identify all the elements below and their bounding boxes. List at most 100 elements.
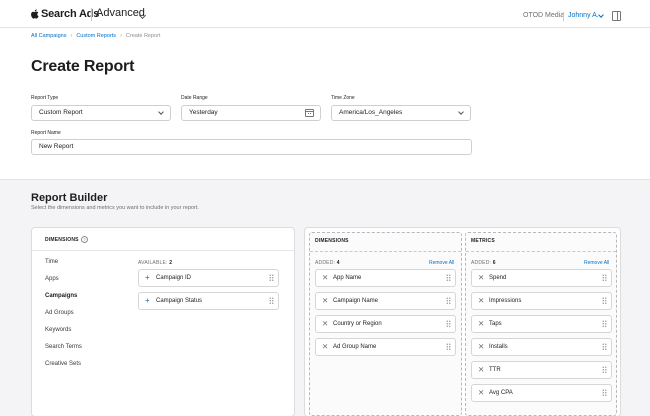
selected-dimension-ad-group-name[interactable]: ✕ Ad Group Name xyxy=(315,338,456,356)
pill-label: App Name xyxy=(333,275,362,281)
calendar-icon[interactable] xyxy=(305,109,314,117)
chevron-down-icon[interactable] xyxy=(598,12,604,18)
help-icon[interactable]: ? xyxy=(81,236,88,243)
chevron-down-icon xyxy=(158,109,164,115)
pill-label: TTR xyxy=(489,367,501,373)
category-time[interactable]: Time xyxy=(45,259,58,265)
plus-icon[interactable]: + xyxy=(145,270,150,286)
drag-handle-icon[interactable] xyxy=(602,274,607,282)
category-ad-groups[interactable]: Ad Groups xyxy=(45,310,74,316)
brand-divider xyxy=(91,8,92,21)
available-label-text: AVAILABLE: xyxy=(138,260,168,266)
selected-dimensions-title: DIMENSIONS xyxy=(315,238,349,244)
sidebar-panel-icon[interactable] xyxy=(612,11,621,21)
plus-icon[interactable]: + xyxy=(145,293,150,309)
close-icon[interactable]: ✕ xyxy=(478,316,484,332)
chevron-right-icon: › xyxy=(120,33,122,39)
pill-label: Campaign Name xyxy=(333,298,379,304)
selected-metric-installs[interactable]: ✕ Installs xyxy=(471,338,612,356)
close-icon[interactable]: ✕ xyxy=(478,293,484,309)
report-name-label: Report Name xyxy=(31,130,61,136)
pill-label: Country or Region xyxy=(333,321,382,327)
category-apps[interactable]: Apps xyxy=(45,276,59,282)
metrics-added-count: 6 xyxy=(492,260,496,266)
date-range-value: Yesterday xyxy=(189,109,218,116)
pill-label: Taps xyxy=(489,321,502,327)
drag-handle-icon[interactable] xyxy=(602,320,607,328)
drag-handle-icon[interactable] xyxy=(446,297,451,305)
pill-label: Spend xyxy=(489,275,507,281)
report-type-select[interactable]: Custom Report xyxy=(31,105,171,121)
dimensions-picker-card xyxy=(31,227,295,416)
category-keywords[interactable]: Keywords xyxy=(45,327,71,333)
dimensions-added-count: 4 xyxy=(336,260,340,266)
breadcrumb-current: Create Report xyxy=(125,33,161,39)
selected-metric-impressions[interactable]: ✕ Impressions xyxy=(471,292,612,310)
selected-metrics-title: METRICS xyxy=(471,238,495,244)
close-icon[interactable]: ✕ xyxy=(478,362,484,378)
available-count: 2 xyxy=(169,260,173,266)
breadcrumb-custom-reports[interactable]: Custom Reports xyxy=(76,33,116,39)
added-label-text: ADDED: xyxy=(315,260,336,266)
added-label-text: ADDED: xyxy=(471,260,492,266)
page-title: Create Report xyxy=(31,58,135,75)
breadcrumb-all-campaigns[interactable]: All Campaigns xyxy=(31,33,66,39)
close-icon[interactable]: ✕ xyxy=(478,339,484,355)
selected-metric-spend[interactable]: ✕ Spend xyxy=(471,269,612,287)
available-dimension-campaign-id[interactable]: + Campaign ID xyxy=(138,269,279,287)
available-dimension-campaign-status[interactable]: + Campaign Status xyxy=(138,292,279,310)
dimensions-heading: DIMENSIONS xyxy=(45,237,79,243)
drag-handle-icon[interactable] xyxy=(269,274,274,282)
date-range-picker[interactable]: Yesterday xyxy=(181,105,321,121)
metrics-remove-all-link[interactable]: Remove All xyxy=(584,260,609,266)
metrics-added-label: ADDED: 6 xyxy=(471,260,496,266)
selected-metric-taps[interactable]: ✕ Taps xyxy=(471,315,612,333)
close-icon[interactable]: ✕ xyxy=(322,339,328,355)
drag-handle-icon[interactable] xyxy=(446,343,451,351)
divider xyxy=(466,251,616,252)
org-divider xyxy=(563,12,564,21)
close-icon[interactable]: ✕ xyxy=(322,316,328,332)
close-icon[interactable]: ✕ xyxy=(478,385,484,401)
close-icon[interactable]: ✕ xyxy=(322,270,328,286)
category-creative-sets[interactable]: Creative Sets xyxy=(45,361,81,367)
close-icon[interactable]: ✕ xyxy=(478,270,484,286)
dimensions-added-label: ADDED: 4 xyxy=(315,260,340,266)
date-range-label: Date Range xyxy=(181,95,208,101)
report-type-label: Report Type xyxy=(31,95,59,101)
top-bar: Search Ads Advanced OTOD Media Johnny A. xyxy=(0,0,650,28)
drag-handle-icon[interactable] xyxy=(602,366,607,374)
selected-dimension-app-name[interactable]: ✕ App Name xyxy=(315,269,456,287)
divider xyxy=(32,250,294,251)
close-icon[interactable]: ✕ xyxy=(322,293,328,309)
pill-label: Campaign ID xyxy=(156,275,192,281)
drag-handle-icon[interactable] xyxy=(269,297,274,305)
drag-handle-icon[interactable] xyxy=(602,343,607,351)
report-name-input[interactable]: New Report xyxy=(31,139,472,155)
drag-handle-icon[interactable] xyxy=(602,297,607,305)
chevron-right-icon: › xyxy=(70,33,73,39)
dimensions-remove-all-link[interactable]: Remove All xyxy=(429,260,454,266)
apple-logo-icon xyxy=(31,9,39,19)
drag-handle-icon[interactable] xyxy=(446,320,451,328)
product-menu-button[interactable]: Advanced xyxy=(96,7,145,19)
selected-metric-avg-cpa[interactable]: ✕ Avg CPA xyxy=(471,384,612,402)
drag-handle-icon[interactable] xyxy=(446,274,451,282)
time-zone-select[interactable]: America/Los_Angeles xyxy=(331,105,471,121)
selected-dimension-country-or-region[interactable]: ✕ Country or Region xyxy=(315,315,456,333)
time-zone-value: America/Los_Angeles xyxy=(339,109,403,116)
chevron-down-icon xyxy=(458,109,464,115)
selected-dimension-campaign-name[interactable]: ✕ Campaign Name xyxy=(315,292,456,310)
category-search-terms[interactable]: Search Terms xyxy=(45,344,82,350)
drag-handle-icon[interactable] xyxy=(602,389,607,397)
report-builder-description: Select the dimensions and metrics you wa… xyxy=(31,205,199,211)
divider xyxy=(310,251,461,252)
selected-metric-ttr[interactable]: ✕ TTR xyxy=(471,361,612,379)
report-name-value: New Report xyxy=(39,143,74,150)
pill-label: Campaign Status xyxy=(156,298,203,304)
breadcrumb: All Campaigns › Custom Reports › Create Repo… xyxy=(31,33,160,39)
user-menu-button[interactable]: Johnny A. xyxy=(568,12,599,19)
pill-label: Impressions xyxy=(489,298,522,304)
org-name: OTOD Media xyxy=(523,12,565,19)
category-campaigns[interactable]: Campaigns xyxy=(45,293,77,299)
